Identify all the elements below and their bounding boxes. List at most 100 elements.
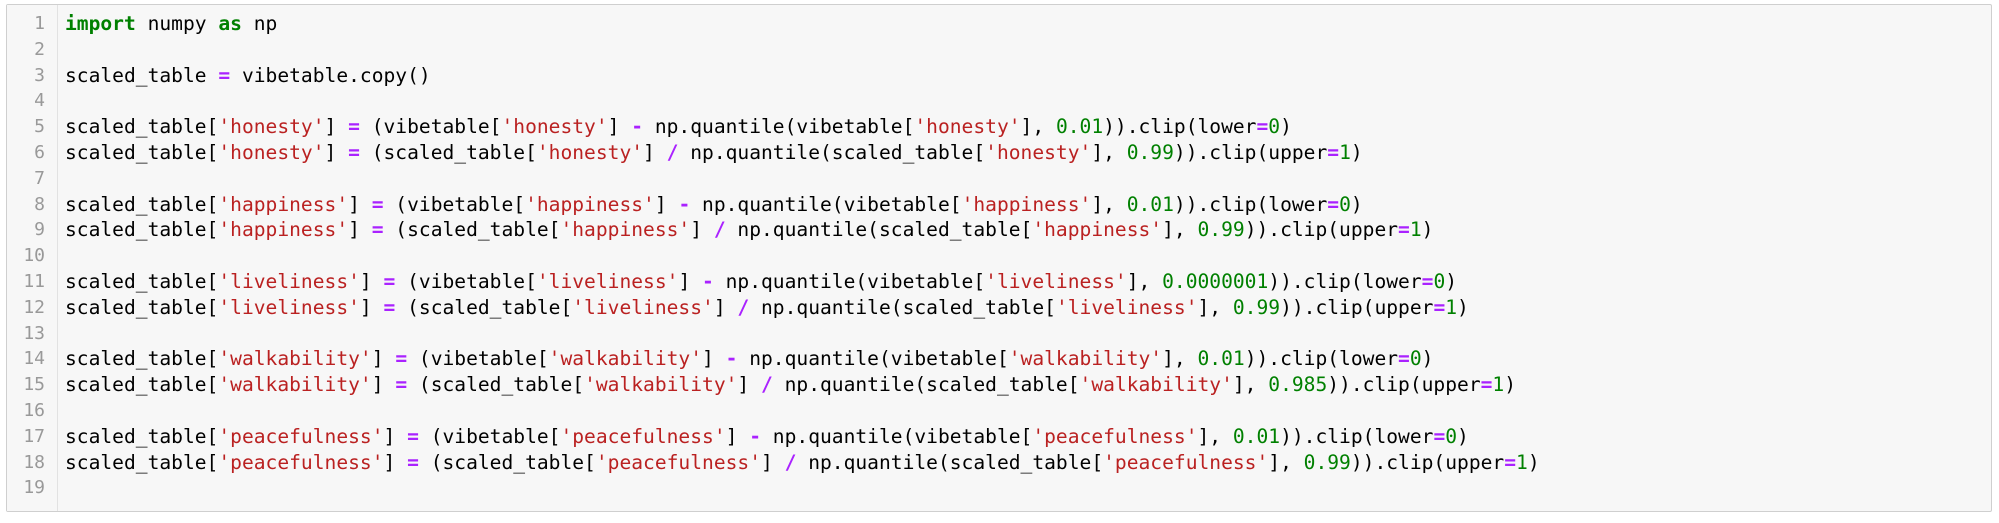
code-token: ) [1350, 192, 1363, 216]
code-token: ], [1197, 424, 1233, 448]
code-area[interactable]: 1 import numpy as np 2 3 scaled_table = vibe… [7, 11, 1991, 501]
operator-token: = [1398, 347, 1410, 371]
code-token: ] [654, 192, 679, 216]
operator-token: = [1327, 140, 1340, 164]
code-text: scaled_table['peacefulness'] = (vibetabl… [65, 424, 1469, 450]
code-line[interactable]: 18 scaled_table['peacefulness'] = (scaled… [7, 450, 1991, 476]
code-token: )).clip(lower [1173, 192, 1328, 216]
code-token: scaled_table[ [65, 115, 219, 139]
string-token: 'liveliness' [218, 295, 360, 319]
code-text: scaled_table['happiness'] = (scaled_tabl… [65, 217, 1433, 243]
code-text: scaled_table['happiness'] = (vibetable['… [65, 192, 1363, 218]
code-token: (scaled_table[ [407, 373, 585, 397]
code-line[interactable]: 4 [7, 88, 1991, 114]
string-token: 'liveliness' [536, 269, 679, 293]
code-line[interactable]: 5 scaled_table['honesty'] = (vibetable['h… [7, 114, 1991, 140]
code-line[interactable]: 11 scaled_table[ 'liveliness'] = (vibetabl… [7, 269, 1991, 295]
operator-token: = [1480, 373, 1493, 397]
number-token: 1 [1516, 450, 1528, 474]
operator-token: - [702, 269, 714, 293]
string-token: 'honesty' [985, 140, 1092, 164]
code-text: scaled_table = vibetable.copy() [65, 63, 431, 89]
code-text: scaled_table['liveliness'] = (scaled_tab… [65, 295, 1469, 321]
string-token: 'peacefulness' [1032, 424, 1198, 448]
code-token: )).clip(lower [1268, 269, 1422, 293]
code-line[interactable]: 17 scaled_table['peacefulness'] = (vibeta… [7, 424, 1991, 450]
string-token: 'walkability' [218, 373, 372, 397]
operator-token: = [1398, 218, 1410, 242]
line-number: 12 [23, 296, 45, 318]
operator-token: - [749, 424, 762, 448]
line-number: 9 [34, 219, 45, 241]
code-token: )).clip(lower [1103, 115, 1257, 139]
code-token: ], [1091, 140, 1127, 164]
code-line[interactable]: 7 [7, 166, 1991, 192]
code-token: scaled_table[ [65, 450, 219, 474]
code-token: ] [371, 373, 396, 397]
code-line[interactable]: 14 scaled_table['walkability'] = (vibetab… [7, 346, 1991, 372]
code-token: ) [1504, 373, 1517, 397]
number-token: 0 [1445, 424, 1458, 448]
operator-token: / [784, 450, 797, 474]
string-token: 'liveliness' [1055, 295, 1198, 319]
operator-token: = [1504, 450, 1517, 474]
string-token: 'peacefulness' [560, 424, 726, 448]
code-line[interactable]: 2 [7, 37, 1991, 63]
operator-token: = [407, 450, 419, 474]
code-token: ], [1268, 450, 1304, 474]
code-line[interactable]: 8 scaled_table['happiness'] = (vibetable[… [7, 192, 1991, 218]
line-number: 5 [34, 116, 45, 138]
code-token: np.quantile(scaled_table[ [796, 450, 1104, 474]
number-token: 0.985 [1268, 373, 1328, 397]
number-token: 0.99 [1197, 218, 1245, 242]
string-token: 'happiness' [218, 218, 349, 242]
code-line[interactable]: 6 scaled_table['honesty'] = (scaled_table… [7, 140, 1991, 166]
line-number: 11 [23, 270, 45, 292]
code-token: )).clip(lower [1244, 347, 1399, 371]
code-line[interactable]: 19 [7, 475, 1991, 501]
operator-token: = [383, 269, 396, 293]
code-token: ] [324, 140, 349, 164]
number-token: 0 [1268, 115, 1281, 139]
code-line[interactable]: 13 [7, 321, 1991, 347]
code-token: ] [359, 269, 384, 293]
string-token: 'walkability' [548, 347, 703, 371]
code-line[interactable]: 12 scaled_table['liveliness'] = (scaled_t… [7, 295, 1991, 321]
operator-token: = [348, 115, 360, 139]
line-number: 10 [23, 245, 45, 267]
code-token: np.quantile(vibetable[ [713, 269, 986, 293]
code-text: scaled_table['peacefulness'] = (scaled_t… [65, 450, 1540, 476]
code-line[interactable]: 15 scaled_table['walkability'] = (scaled_… [7, 372, 1991, 398]
code-line[interactable]: 16 [7, 398, 1991, 424]
code-text: scaled_table['honesty'] = (vibetable['ho… [65, 114, 1292, 140]
number-token: 0 [1433, 269, 1446, 293]
code-line[interactable]: 1 import numpy as np [7, 11, 1991, 37]
code-token: scaled_table[ [65, 269, 219, 293]
string-token: 'liveliness' [985, 269, 1127, 293]
code-token: scaled_table [65, 63, 219, 87]
code-line[interactable]: 3 scaled_table = vibetable.copy() [7, 63, 1991, 89]
operator-token: = [395, 373, 408, 397]
code-line[interactable]: 9 scaled_table['happiness'] = (scaled_tab… [7, 217, 1991, 243]
code-token: (vibetable[ [395, 269, 537, 293]
string-token: 'honesty' [218, 115, 325, 139]
operator-token: / [737, 295, 750, 319]
code-token: numpy [135, 12, 219, 35]
code-line[interactable]: 10 [7, 243, 1991, 269]
code-token: ] [383, 424, 408, 448]
code-token: )).clip(upper [1350, 450, 1505, 474]
code-token: scaled_table[ [65, 218, 219, 242]
operator-token: = [371, 218, 384, 242]
code-token: )).clip(upper [1327, 373, 1481, 397]
number-token: 0.01 [1232, 424, 1281, 448]
code-token: ) [1457, 424, 1469, 448]
code-token: ], [1162, 218, 1198, 242]
line-number: 13 [23, 322, 45, 344]
code-cell-editor[interactable]: 1 import numpy as np 2 3 scaled_table = vibe… [6, 4, 1992, 512]
line-number: 7 [34, 167, 45, 189]
code-text: scaled_table['honesty'] = (scaled_table[… [65, 140, 1363, 166]
code-token: np.quantile(scaled_table[ [725, 218, 1033, 242]
code-token: np [241, 12, 278, 35]
string-token: 'happiness' [525, 192, 655, 216]
string-token: 'honesty' [218, 140, 325, 164]
